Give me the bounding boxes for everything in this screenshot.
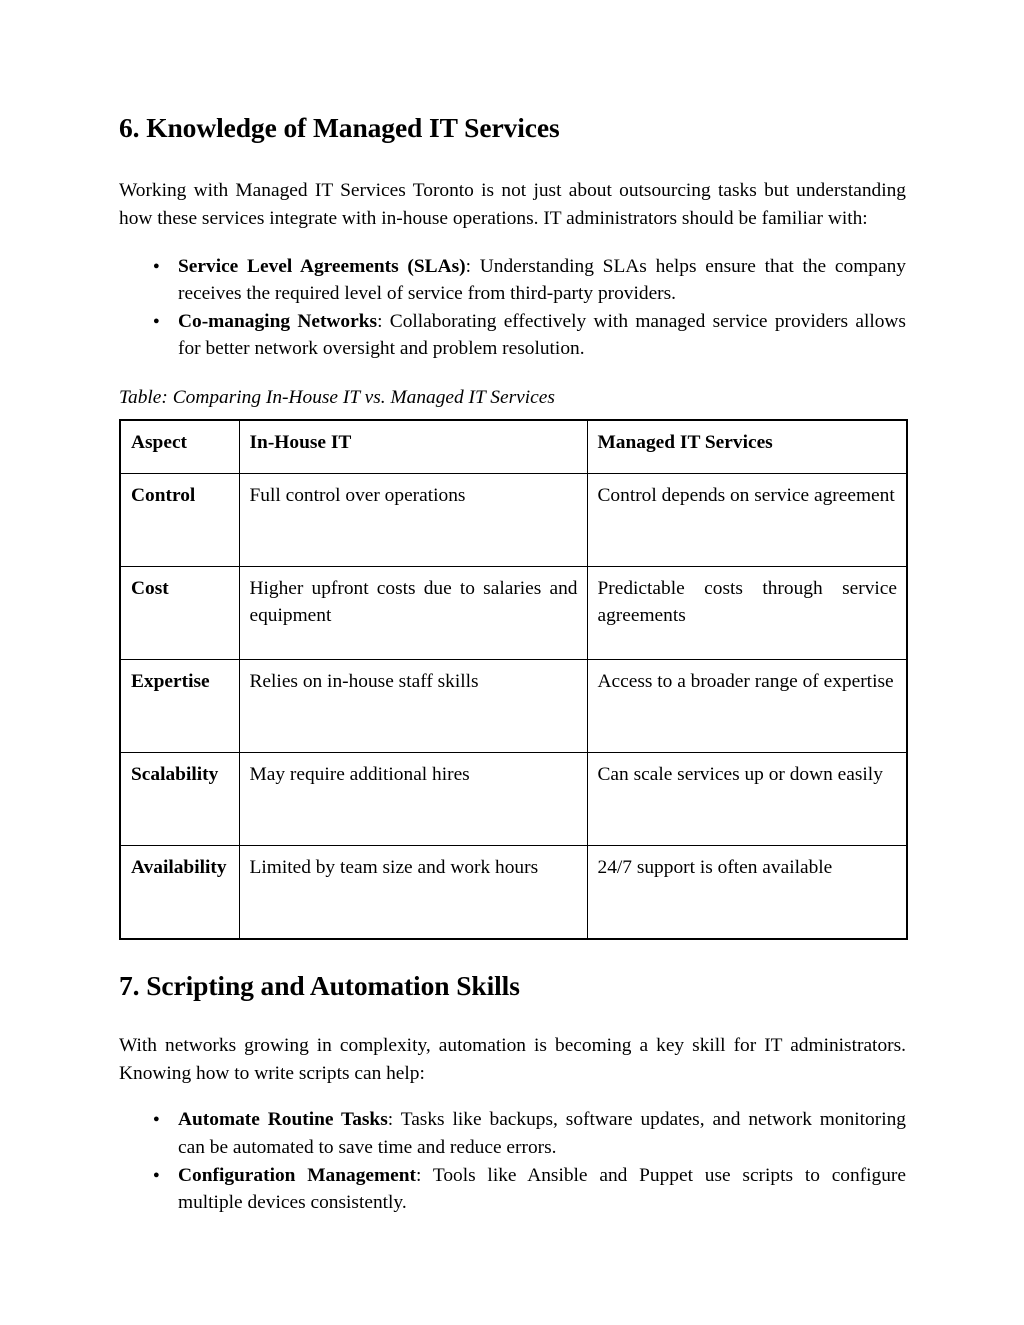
list-item-lead: Co-managing Networks xyxy=(178,310,378,332)
section-7-bullet-list: Automate Routine Tasks: Tasks like backu… xyxy=(119,1106,906,1216)
cell-aspect: Availability xyxy=(119,844,240,940)
table-row: Availability Limited by team size and wo… xyxy=(119,844,908,940)
cell-managed: Predictable costs through service agreem… xyxy=(586,565,908,660)
cell-aspect: Scalability xyxy=(119,751,240,846)
cell-in-house: Higher upfront costs due to salaries and… xyxy=(238,565,588,660)
table-row: Cost Higher upfront costs due to salarie… xyxy=(119,565,908,660)
cell-managed: 24/7 support is often available xyxy=(586,844,908,940)
section-6-bullet-list: Service Level Agreements (SLAs): Underst… xyxy=(119,253,906,363)
column-header-managed-it-services: Managed IT Services xyxy=(586,419,908,474)
section-heading-6: 6. Knowledge of Managed IT Services xyxy=(119,112,560,143)
table-header-row: Aspect In-House IT Managed IT Services xyxy=(119,419,908,474)
cell-aspect: Expertise xyxy=(119,658,240,753)
cell-managed: Access to a broader range of expertise xyxy=(586,658,908,753)
table-row: Expertise Relies on in-house staff skill… xyxy=(119,658,908,753)
section-6-paragraph: Working with Managed IT Services Toronto… xyxy=(119,180,906,229)
section-heading-7: 7. Scripting and Automation Skills xyxy=(119,969,520,1001)
cell-in-house: Relies on in-house staff skills xyxy=(238,658,588,753)
cell-in-house: May require additional hires xyxy=(238,751,588,846)
cell-managed: Can scale services up or down easily xyxy=(586,751,908,846)
page-content: 6. Knowledge of Managed IT Services Work… xyxy=(119,112,908,1217)
column-header-in-house-it: In-House IT xyxy=(238,419,588,474)
comparison-table: Aspect In-House IT Managed IT Services C… xyxy=(119,418,908,940)
table-row: Scalability May require additional hires… xyxy=(119,751,908,846)
list-item-lead: Automate Routine Tasks xyxy=(178,1109,388,1131)
list-item-lead: Configuration Management xyxy=(178,1164,416,1186)
cell-aspect: Control xyxy=(119,472,240,567)
cell-managed: Control depends on service agreement xyxy=(586,472,908,567)
list-item: Automate Routine Tasks: Tasks like backu… xyxy=(119,1106,906,1161)
cell-in-house: Full control over operations xyxy=(238,472,588,567)
cell-aspect: Cost xyxy=(119,565,240,660)
table-caption: Table: Comparing In-House IT vs. Managed… xyxy=(119,386,555,408)
list-item: Co-managing Networks: Collaborating effe… xyxy=(119,308,906,363)
column-header-aspect: Aspect xyxy=(119,419,240,474)
table-row: Control Full control over operations Con… xyxy=(119,472,908,567)
list-item: Service Level Agreements (SLAs): Underst… xyxy=(119,253,906,308)
list-item: Configuration Management: Tools like Ans… xyxy=(119,1162,906,1217)
list-item-lead: Service Level Agreements (SLAs) xyxy=(178,255,466,277)
section-7-paragraph: With networks growing in complexity, aut… xyxy=(119,1035,906,1084)
cell-in-house: Limited by team size and work hours xyxy=(238,844,588,940)
document-page: 6. Knowledge of Managed IT Services Work… xyxy=(0,0,1024,1325)
